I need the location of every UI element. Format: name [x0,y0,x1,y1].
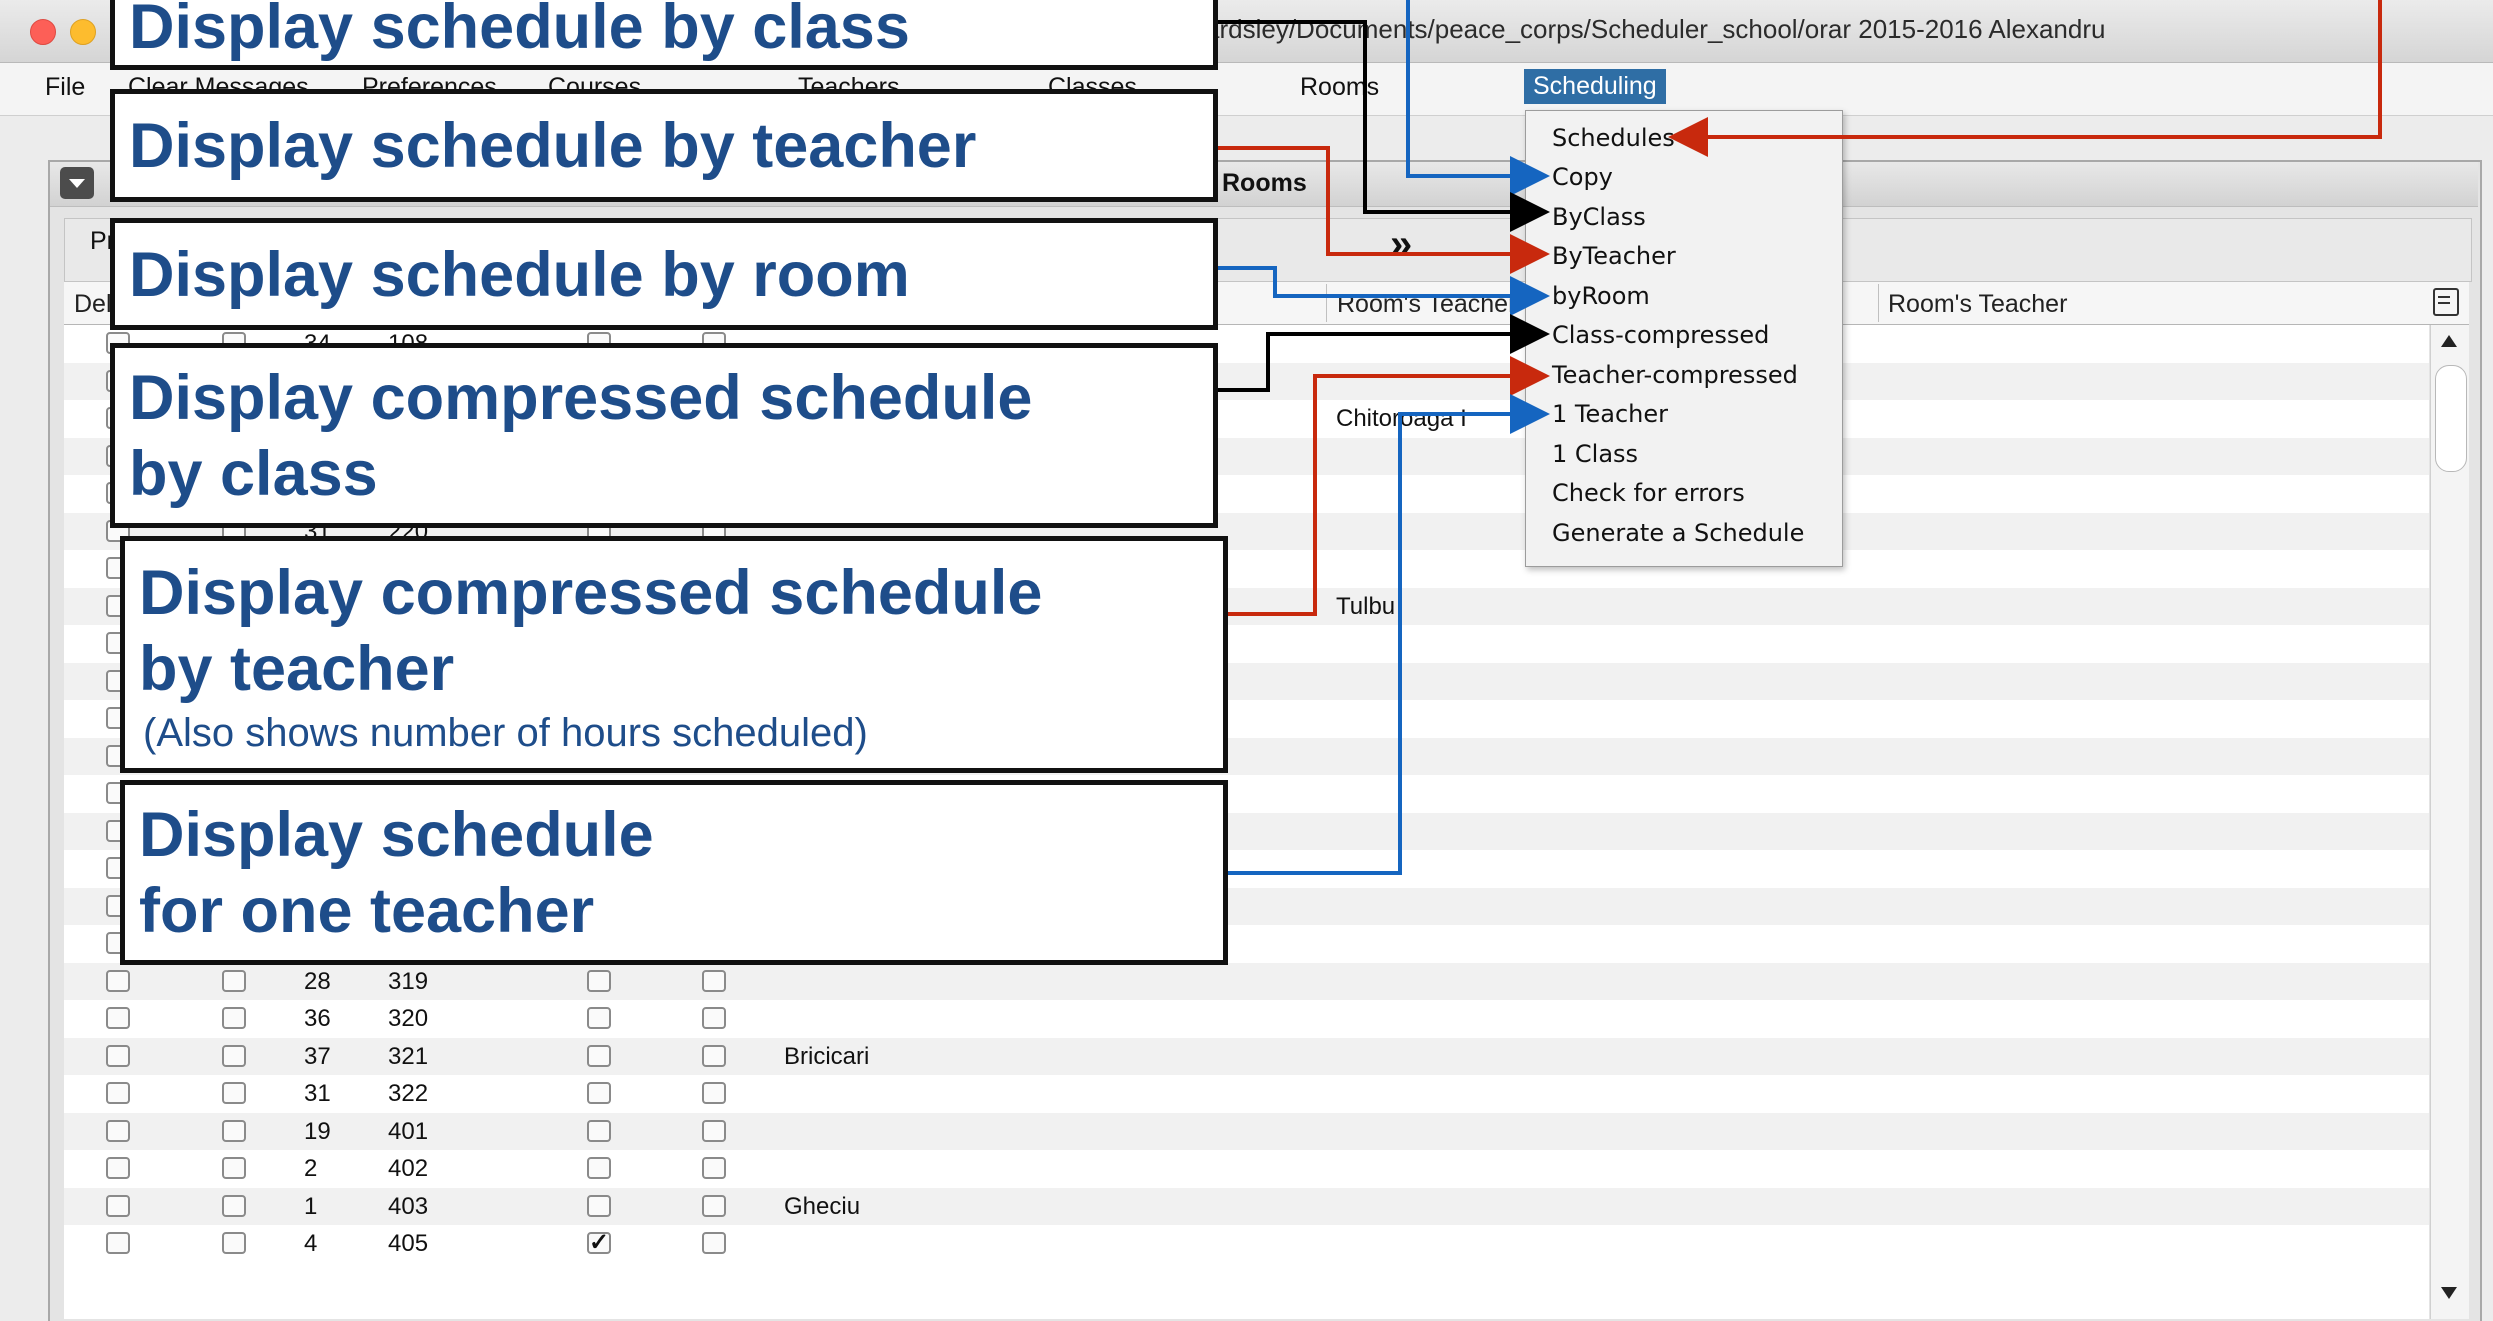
arrow-byteacher [1218,146,1550,274]
arrow-schedules [1668,0,2382,157]
arrow-byroom [1218,266,1550,316]
arrow-one-teacher [1228,394,1550,875]
arrow-class-compressed [1218,314,1550,392]
annotation-arrows [1218,0,2382,875]
arrow-copy [1406,0,1550,196]
arrow-byclass [1218,20,1550,232]
arrow-teacher-compressed [1228,356,1550,616]
